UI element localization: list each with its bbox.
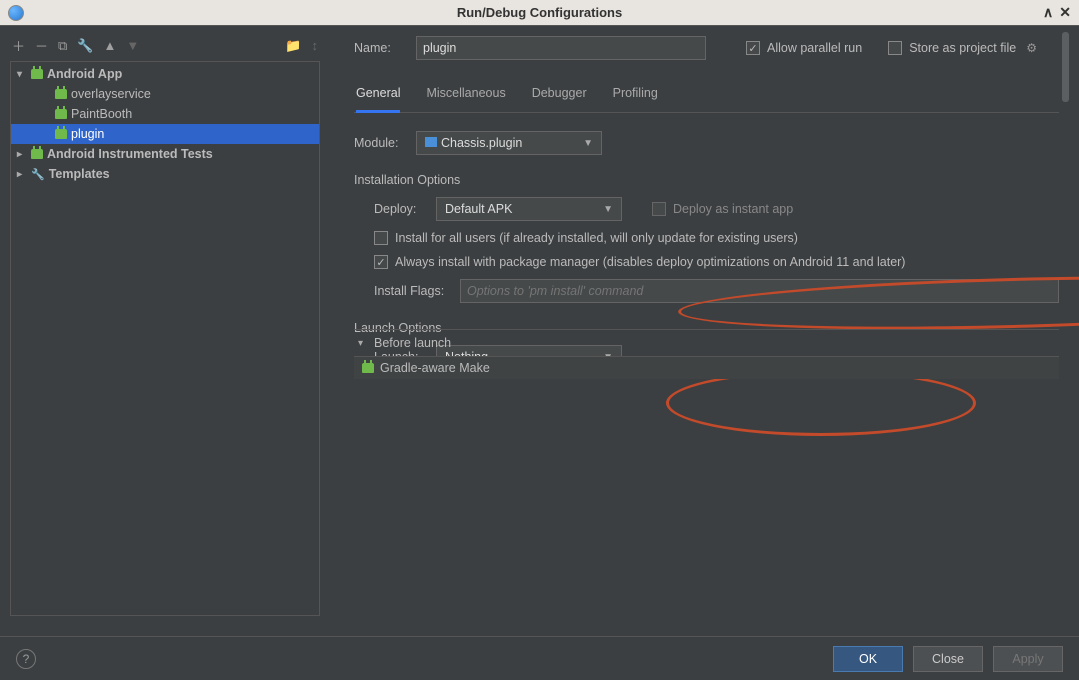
footer: ? OK Close Apply [0, 636, 1079, 680]
caret-right-icon: ▸ [17, 149, 27, 160]
deploy-label: Deploy: [374, 202, 424, 216]
window-title: Run/Debug Configurations [457, 5, 622, 20]
wrench-icon[interactable]: 🔧 [77, 38, 93, 54]
instant-app-label: Deploy as instant app [673, 202, 793, 216]
android-icon [362, 363, 374, 373]
tree-android-app[interactable]: ▾ Android App [11, 64, 319, 84]
scrollbar[interactable] [1062, 32, 1069, 102]
installation-title: Installation Options [354, 173, 1059, 187]
before-launch-section: ▾ Before launch Gradle-aware Make [354, 329, 1059, 379]
tree-label: plugin [71, 127, 104, 141]
tree-item-overlayservice[interactable]: overlayservice [11, 84, 319, 104]
checkbox-icon [888, 41, 902, 55]
remove-icon[interactable]: － [35, 36, 48, 55]
name-label: Name: [354, 41, 406, 55]
tree-label: overlayservice [71, 87, 151, 101]
install-flags-label: Install Flags: [374, 284, 448, 298]
folder-icon[interactable]: 📁 [285, 38, 301, 54]
caret-down-icon: ▾ [17, 69, 27, 80]
android-icon [31, 69, 43, 79]
annotation-ellipse [666, 370, 976, 436]
add-icon[interactable]: ＋ [12, 36, 25, 55]
wrench-icon: 🔧 [31, 168, 45, 181]
checkbox-icon [374, 231, 388, 245]
install-flags-input[interactable] [460, 279, 1059, 303]
tree-item-plugin[interactable]: plugin [11, 124, 319, 144]
ok-button[interactable]: OK [833, 646, 903, 672]
tab-misc[interactable]: Miscellaneous [426, 78, 505, 112]
app-icon [8, 5, 24, 21]
store-project-checkbox[interactable]: Store as project file [888, 41, 1016, 55]
tree-label: PaintBooth [71, 107, 132, 121]
apply-button[interactable]: Apply [993, 646, 1063, 672]
android-icon [31, 149, 43, 159]
module-select[interactable]: Chassis.plugin ▼ [416, 131, 602, 155]
gradle-task-row[interactable]: Gradle-aware Make [354, 356, 1059, 379]
caret-down-icon: ▾ [358, 338, 368, 349]
always-package-manager-label: Always install with package manager (dis… [395, 255, 905, 269]
down-icon[interactable]: ▼ [126, 38, 139, 53]
tree-label: Android App [47, 67, 122, 81]
install-all-users-label: Install for all users (if already instal… [395, 231, 798, 245]
checkbox-icon [746, 41, 760, 55]
allow-parallel-checkbox[interactable]: Allow parallel run [746, 41, 862, 55]
chevron-down-icon: ▼ [583, 138, 593, 149]
help-button[interactable]: ? [16, 649, 36, 669]
config-tree: ▾ Android App overlayservice PaintBooth … [10, 61, 320, 616]
allow-parallel-label: Allow parallel run [767, 41, 862, 55]
before-launch-header[interactable]: ▾ Before launch [354, 330, 1059, 356]
tab-general[interactable]: General [356, 78, 400, 113]
deploy-select[interactable]: Default APK ▼ [436, 197, 622, 221]
instant-app-checkbox: Deploy as instant app [652, 202, 793, 216]
close-button[interactable]: Close [913, 646, 983, 672]
close-icon[interactable]: ✕ [1059, 4, 1071, 21]
android-icon [55, 89, 67, 99]
config-toolbar: ＋ － ⧉ 🔧 ▲ ▼ 📁 ↕ [10, 32, 320, 61]
titlebar: Run/Debug Configurations ∧ ✕ [0, 0, 1079, 26]
checkbox-icon [652, 202, 666, 216]
deploy-value: Default APK [445, 202, 512, 216]
install-all-users-checkbox[interactable]: Install for all users (if already instal… [374, 231, 798, 245]
chevron-down-icon: ▼ [603, 204, 613, 215]
tree-instrumented[interactable]: ▸ Android Instrumented Tests [11, 144, 319, 164]
tree-label: Android Instrumented Tests [47, 147, 213, 161]
before-launch-title: Before launch [374, 336, 451, 350]
module-icon [425, 137, 437, 147]
checkbox-icon [374, 255, 388, 269]
android-icon [55, 109, 67, 119]
caret-right-icon: ▸ [17, 169, 27, 180]
store-project-label: Store as project file [909, 41, 1016, 55]
module-label: Module: [354, 136, 406, 150]
always-package-manager-checkbox[interactable]: Always install with package manager (dis… [374, 255, 905, 269]
tree-item-paintbooth[interactable]: PaintBooth [11, 104, 319, 124]
sort-icon[interactable]: ↕ [312, 38, 319, 53]
tab-profiling[interactable]: Profiling [613, 78, 658, 112]
android-icon [55, 129, 67, 139]
module-value: Chassis.plugin [441, 136, 522, 150]
name-input[interactable] [416, 36, 706, 60]
tree-templates[interactable]: ▸ 🔧 Templates [11, 164, 319, 184]
gear-icon[interactable]: ⚙ [1026, 41, 1037, 55]
tab-debugger[interactable]: Debugger [532, 78, 587, 112]
copy-icon[interactable]: ⧉ [58, 38, 67, 54]
gradle-task-label: Gradle-aware Make [380, 361, 490, 375]
main-panel: Name: Allow parallel run Store as projec… [330, 32, 1069, 379]
up-icon[interactable]: ▲ [104, 38, 117, 53]
minimize-icon[interactable]: ∧ [1043, 4, 1053, 21]
tree-label: Templates [49, 167, 110, 181]
tab-bar: General Miscellaneous Debugger Profiling [354, 78, 1059, 113]
